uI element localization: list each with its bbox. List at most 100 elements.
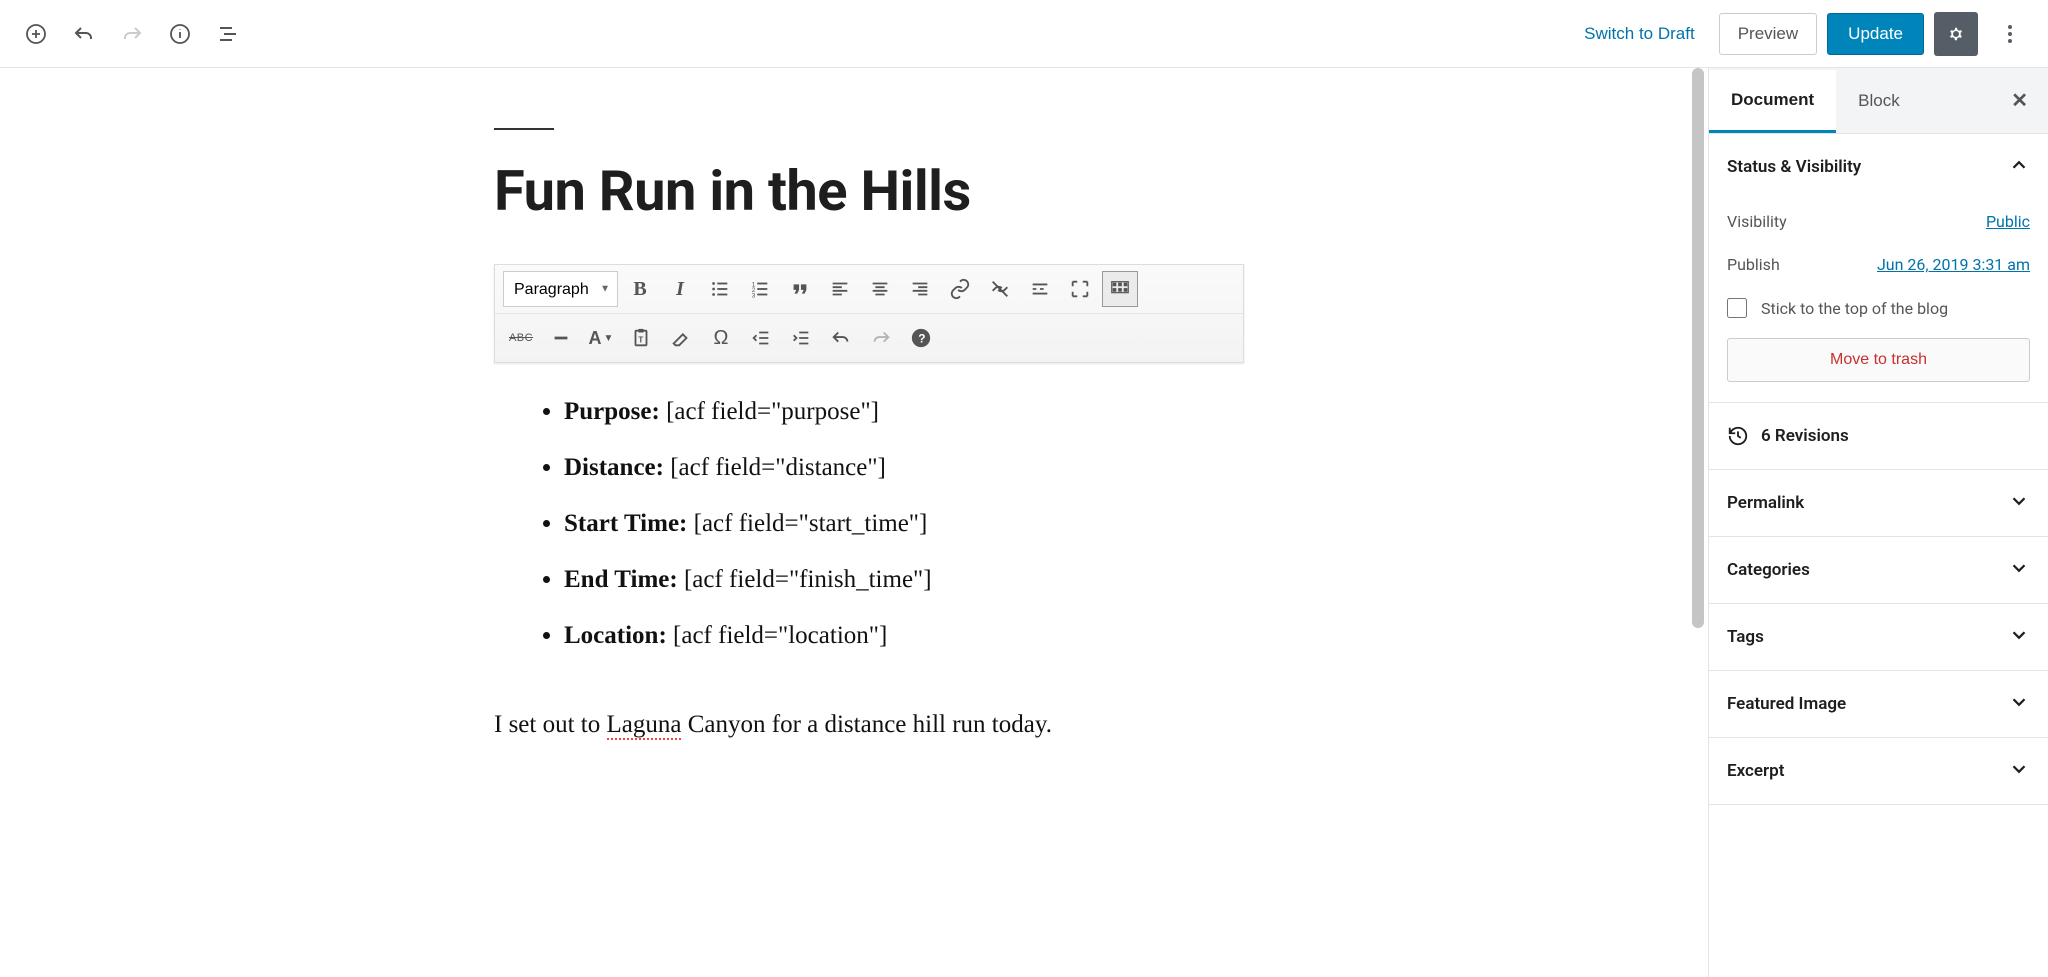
- eraser-icon: [670, 327, 692, 349]
- body-paragraph[interactable]: I set out to Laguna Canyon for a distanc…: [494, 711, 1244, 739]
- top-toolbar: Switch to Draft Preview Update: [0, 0, 2048, 68]
- fullscreen-button[interactable]: [1062, 271, 1098, 307]
- list-item: Purpose: [acf field="purpose"]: [564, 387, 1244, 437]
- ol-icon: 123: [749, 278, 771, 300]
- undo-icon: [830, 327, 852, 349]
- numbered-list-button[interactable]: 123: [742, 271, 778, 307]
- svg-text:3: 3: [752, 292, 756, 299]
- unlink-button[interactable]: [982, 271, 1018, 307]
- settings-sidebar: Document Block ✕ Status & Visibility Vis…: [1708, 68, 2048, 977]
- panel-tags-header[interactable]: Tags: [1709, 604, 2048, 670]
- info-button[interactable]: [160, 14, 200, 54]
- visibility-row: Visibility Public: [1727, 200, 2030, 243]
- panel-tags: Tags: [1709, 604, 2048, 671]
- content-list[interactable]: Purpose: [acf field="purpose"] Distance:…: [494, 387, 1244, 661]
- text-color-button[interactable]: A▼: [583, 320, 619, 356]
- outdent-button[interactable]: [743, 320, 779, 356]
- list-item: End Time: [acf field="finish_time"]: [564, 555, 1244, 605]
- toolbar-left: [16, 14, 248, 54]
- plus-circle-icon: [24, 22, 48, 46]
- panel-excerpt-header[interactable]: Excerpt: [1709, 738, 2048, 804]
- bold-button[interactable]: B: [622, 271, 658, 307]
- omega-icon: Ω: [714, 327, 729, 350]
- move-to-trash-button[interactable]: Move to trash: [1727, 338, 2030, 382]
- bulleted-list-button[interactable]: [702, 271, 738, 307]
- info-icon: [168, 22, 192, 46]
- more-menu-button[interactable]: [1988, 12, 2032, 56]
- tab-block[interactable]: Block: [1836, 71, 1922, 131]
- redo-icon: [120, 22, 144, 46]
- chevron-down-icon: [2008, 490, 2030, 512]
- history-icon: [1727, 425, 1749, 447]
- panel-revisions: 6 Revisions: [1709, 403, 2048, 470]
- align-center-button[interactable]: [862, 271, 898, 307]
- close-sidebar-button[interactable]: ✕: [1991, 68, 2048, 133]
- panel-featured-image-header[interactable]: Featured Image: [1709, 671, 2048, 737]
- align-center-icon: [869, 278, 891, 300]
- align-left-button[interactable]: [822, 271, 858, 307]
- redo-button-2[interactable]: [863, 320, 899, 356]
- revisions-link[interactable]: 6 Revisions: [1709, 403, 2048, 469]
- visibility-link[interactable]: Public: [1986, 212, 2030, 231]
- align-right-icon: [909, 278, 931, 300]
- text-color-icon: A: [589, 328, 602, 349]
- panel-excerpt: Excerpt: [1709, 738, 2048, 805]
- strikethrough-button[interactable]: ABC: [503, 320, 539, 356]
- indent-icon: [790, 327, 812, 349]
- gear-icon: [1944, 22, 1968, 46]
- help-button[interactable]: ?: [903, 320, 939, 356]
- chevron-down-icon: [2008, 691, 2030, 713]
- settings-button[interactable]: [1934, 12, 1978, 56]
- special-char-button[interactable]: Ω: [703, 320, 739, 356]
- switch-to-draft-button[interactable]: Switch to Draft: [1570, 14, 1709, 54]
- indent-button[interactable]: [783, 320, 819, 356]
- update-button[interactable]: Update: [1827, 13, 1924, 55]
- italic-button[interactable]: I: [662, 271, 698, 307]
- more-tag-icon: [1029, 278, 1051, 300]
- ul-icon: [709, 278, 731, 300]
- link-button[interactable]: [942, 271, 978, 307]
- undo-button[interactable]: [64, 14, 104, 54]
- read-more-button[interactable]: [1022, 271, 1058, 307]
- stick-checkbox[interactable]: [1727, 298, 1747, 318]
- panel-status: Status & Visibility Visibility Public Pu…: [1709, 134, 2048, 403]
- list-item: Location: [acf field="location"]: [564, 611, 1244, 661]
- scrollbar-thumb[interactable]: [1692, 68, 1704, 628]
- hr-button[interactable]: [543, 320, 579, 356]
- hr-icon: [550, 327, 572, 349]
- stick-checkbox-row[interactable]: Stick to the top of the blog: [1727, 286, 2030, 338]
- outline-icon: [216, 22, 240, 46]
- panel-status-header[interactable]: Status & Visibility: [1709, 134, 2048, 200]
- clear-formatting-button[interactable]: [663, 320, 699, 356]
- panel-permalink-header[interactable]: Permalink: [1709, 470, 2048, 536]
- toolbar-toggle-button[interactable]: [1102, 271, 1138, 307]
- svg-text:?: ?: [918, 332, 925, 346]
- blockquote-button[interactable]: [782, 271, 818, 307]
- format-select[interactable]: Paragraph: [503, 271, 618, 307]
- panel-categories-header[interactable]: Categories: [1709, 537, 2048, 603]
- publish-date-link[interactable]: Jun 26, 2019 3:31 am: [1877, 255, 2030, 274]
- bold-icon: B: [633, 278, 646, 301]
- undo-button-2[interactable]: [823, 320, 859, 356]
- toolbar-right: Switch to Draft Preview Update: [1570, 12, 2032, 56]
- add-block-button[interactable]: [16, 14, 56, 54]
- sidebar-tabs: Document Block ✕: [1709, 68, 2048, 134]
- link-icon: [949, 278, 971, 300]
- redo-icon: [870, 327, 892, 349]
- chevron-down-icon: ▼: [604, 333, 614, 344]
- kebab-icon: [1998, 22, 2022, 46]
- outline-button[interactable]: [208, 14, 248, 54]
- chevron-down-icon: [2008, 557, 2030, 579]
- italic-icon: I: [676, 278, 684, 301]
- redo-button[interactable]: [112, 14, 152, 54]
- tab-document[interactable]: Document: [1709, 70, 1836, 133]
- editor-canvas[interactable]: Fun Run in the Hills Paragraph B I 123: [0, 68, 1708, 977]
- align-right-button[interactable]: [902, 271, 938, 307]
- post-title[interactable]: Fun Run in the Hills: [494, 158, 1244, 224]
- chevron-down-icon: [2008, 758, 2030, 780]
- paste-text-button[interactable]: T: [623, 320, 659, 356]
- preview-button[interactable]: Preview: [1719, 13, 1817, 55]
- title-separator: [494, 128, 554, 130]
- outdent-icon: [750, 327, 772, 349]
- undo-icon: [72, 22, 96, 46]
